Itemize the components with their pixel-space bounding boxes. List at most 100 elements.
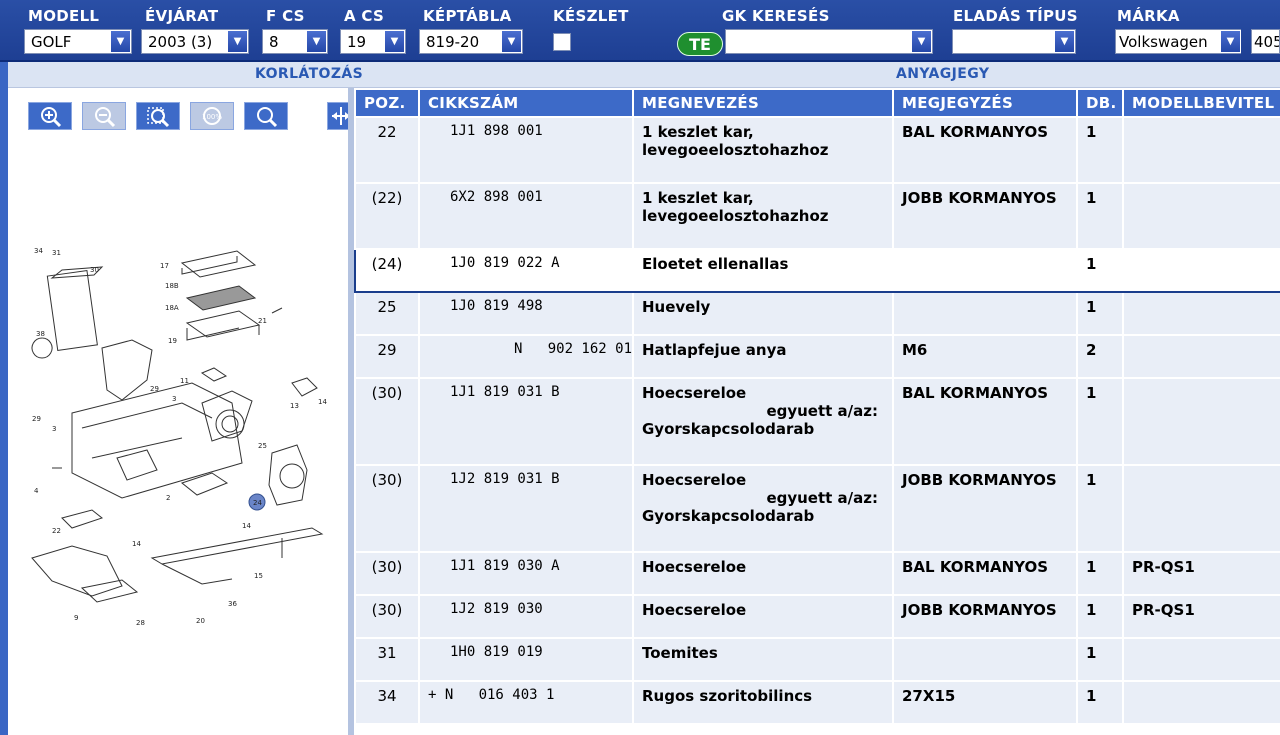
zoom-100-text: 100% <box>202 113 222 121</box>
callout-label: 19 <box>168 337 177 345</box>
cell-megnevezes: 1 keszlet kar, levegoeelosztohazhoz <box>632 182 894 250</box>
table-row[interactable]: (30) 1J1 819 031 B Hoecsereloe egyuett a/… <box>354 377 1280 466</box>
nev-line: Gyorskapcsolodarab <box>642 420 815 438</box>
cell-cikkszam: 1H0 819 019 <box>418 637 634 682</box>
label-gk-kereses: GK KERESÉS <box>722 7 830 25</box>
cell-megnevezes: Hoecsereloe <box>632 551 894 596</box>
column-header-megnevezes[interactable]: MEGNEVEZÉS <box>632 88 894 118</box>
column-header-megjegyzes[interactable]: MEGJEGYZÉS <box>892 88 1078 118</box>
cell-modellbevitel <box>1122 248 1280 293</box>
parts-diagram: 34 31 30 17 18B 18A 21 38 19 11 29 3 13 … <box>31 247 327 627</box>
column-header-db[interactable]: DB. <box>1076 88 1124 118</box>
cell-cikkszam: + N 016 403 1 <box>418 680 634 725</box>
cell-megjegyzes: JOBB KORMANYOS <box>892 594 1078 639</box>
cell-megnevezes: Huevely <box>632 291 894 336</box>
zoom-fit-button[interactable] <box>136 102 180 130</box>
cell-megnevezes: Hoecsereloe <box>632 594 894 639</box>
callout-label: 3 <box>172 395 176 403</box>
callout-label: 17 <box>160 262 169 270</box>
cell-cikkszam: 1J1 898 001 <box>418 116 634 184</box>
cell-megjegyzes: BAL KORMANYOS <box>892 116 1078 184</box>
keszlet-checkbox[interactable] <box>553 33 571 51</box>
cell-cikkszam: 1J0 819 498 <box>418 291 634 336</box>
section-title-bar: KORLÁTOZÁS ANYAGJEGY <box>0 62 1280 88</box>
callout-label: 36 <box>228 600 237 608</box>
chevron-down-icon[interactable]: ▼ <box>501 30 522 53</box>
label-eladas-tipus: ELADÁS TÍPUS <box>953 7 1078 25</box>
label-keszlet: KÉSZLET <box>553 7 629 25</box>
callout-label: 14 <box>318 398 327 406</box>
cell-db: 1 <box>1076 594 1124 639</box>
cell-megjegyzes <box>892 248 1078 293</box>
cell-db: 1 <box>1076 248 1124 293</box>
zoom-out-icon <box>95 107 116 128</box>
cell-cikkszam: 1J2 819 030 <box>418 594 634 639</box>
callout-label: 9 <box>74 614 78 622</box>
chevron-down-icon[interactable]: ▼ <box>1220 30 1241 53</box>
table-row[interactable]: 31 1H0 819 019 Toemites 1 <box>354 637 1280 682</box>
cell-megnevezes: Toemites <box>632 637 894 682</box>
callout-label: 4 <box>34 487 39 495</box>
cell-poz: 29 <box>354 334 420 379</box>
cell-megjegyzes: BAL KORMANYOS <box>892 551 1078 596</box>
table-row-selected[interactable]: (24) 1J0 819 022 A Eloetet ellenallas 1 <box>354 248 1280 293</box>
chevron-down-icon[interactable]: ▼ <box>227 30 248 53</box>
callout-label: 15 <box>254 572 263 580</box>
table-row[interactable]: 29 N 902 162 01 Hatlapfejue anya M6 2 <box>354 334 1280 379</box>
column-header-modellbevitel[interactable]: MODELLBEVITEL <box>1122 88 1280 118</box>
overflow-field[interactable]: 405 <box>1251 29 1280 54</box>
cell-poz: (22) <box>354 182 420 250</box>
zoom-100-button[interactable]: 100% <box>190 102 234 130</box>
callout-label: 30 <box>90 266 99 274</box>
search-button[interactable] <box>244 102 288 130</box>
cell-poz: 22 <box>354 116 420 184</box>
column-header-poz[interactable]: POZ. <box>354 88 420 118</box>
table-row[interactable]: (22) 6X2 898 001 1 keszlet kar, levegoeel… <box>354 182 1280 250</box>
chevron-down-icon[interactable]: ▼ <box>1054 30 1075 53</box>
zoom-fit-icon <box>147 107 170 128</box>
cell-poz: (30) <box>354 464 420 553</box>
cell-megjegyzes: JOBB KORMANYOS <box>892 464 1078 553</box>
callout-label: 2 <box>166 494 170 502</box>
callout-label: 22 <box>52 527 61 535</box>
nev-line: egyuett a/az: <box>766 489 878 507</box>
column-header-cikkszam[interactable]: CIKKSZÁM <box>418 88 634 118</box>
nev-line: Hoecsereloe <box>642 471 747 489</box>
table-row[interactable]: 25 1J0 819 498 Huevely 1 <box>354 291 1280 336</box>
section-title-anyagjegy: ANYAGJEGY <box>896 66 990 82</box>
chevron-down-icon[interactable]: ▼ <box>911 30 932 53</box>
table-row[interactable]: 34 + N 016 403 1 Rugos szoritobilincs 27… <box>354 680 1280 725</box>
te-badge[interactable]: TE <box>677 32 723 56</box>
section-title-korlatozas: KORLÁTOZÁS <box>255 66 364 82</box>
callout-label: 38 <box>36 330 45 338</box>
cell-db: 1 <box>1076 464 1124 553</box>
gk-kereses-input[interactable] <box>725 29 933 54</box>
chevron-down-icon[interactable]: ▼ <box>384 30 405 53</box>
cell-megnevezes: Hoecsereloe egyuett a/az: Gyorskapcsolodar… <box>632 377 894 466</box>
cell-modellbevitel <box>1122 291 1280 336</box>
callout-label: 11 <box>180 377 189 385</box>
cell-modellbevitel <box>1122 637 1280 682</box>
chevron-down-icon[interactable]: ▼ <box>110 30 131 53</box>
nev-line: Hoecsereloe <box>642 384 747 402</box>
cell-db: 1 <box>1076 291 1124 336</box>
zoom-in-button[interactable] <box>28 102 72 130</box>
cell-db: 1 <box>1076 637 1124 682</box>
callout-label: 29 <box>150 385 159 393</box>
callout-label: 18A <box>165 304 179 312</box>
cell-cikkszam: 1J2 819 031 B <box>418 464 634 553</box>
table-row[interactable]: (30) 1J1 819 030 A Hoecsereloe BAL KORMA… <box>354 551 1280 596</box>
zoom-out-button[interactable] <box>82 102 126 130</box>
table-row[interactable]: 22 1J1 898 001 1 keszlet kar, levegoeelos… <box>354 116 1280 184</box>
cell-megnevezes: 1 keszlet kar, levegoeelosztohazhoz <box>632 116 894 184</box>
cell-poz: (30) <box>354 594 420 639</box>
label-keptabla: KÉPTÁBLA <box>423 7 512 25</box>
cell-modellbevitel <box>1122 182 1280 250</box>
chevron-down-icon[interactable]: ▼ <box>306 30 327 53</box>
callout-label: 13 <box>290 402 299 410</box>
table-row[interactable]: (30) 1J2 819 031 B Hoecsereloe egyuett a/… <box>354 464 1280 553</box>
left-edge-strip <box>0 62 8 735</box>
table-row[interactable]: (30) 1J2 819 030 Hoecsereloe JOBB KORMAN… <box>354 594 1280 639</box>
label-marka: MÁRKA <box>1117 7 1180 25</box>
cell-megnevezes: Hoecsereloe egyuett a/az: Gyorskapcsolodar… <box>632 464 894 553</box>
